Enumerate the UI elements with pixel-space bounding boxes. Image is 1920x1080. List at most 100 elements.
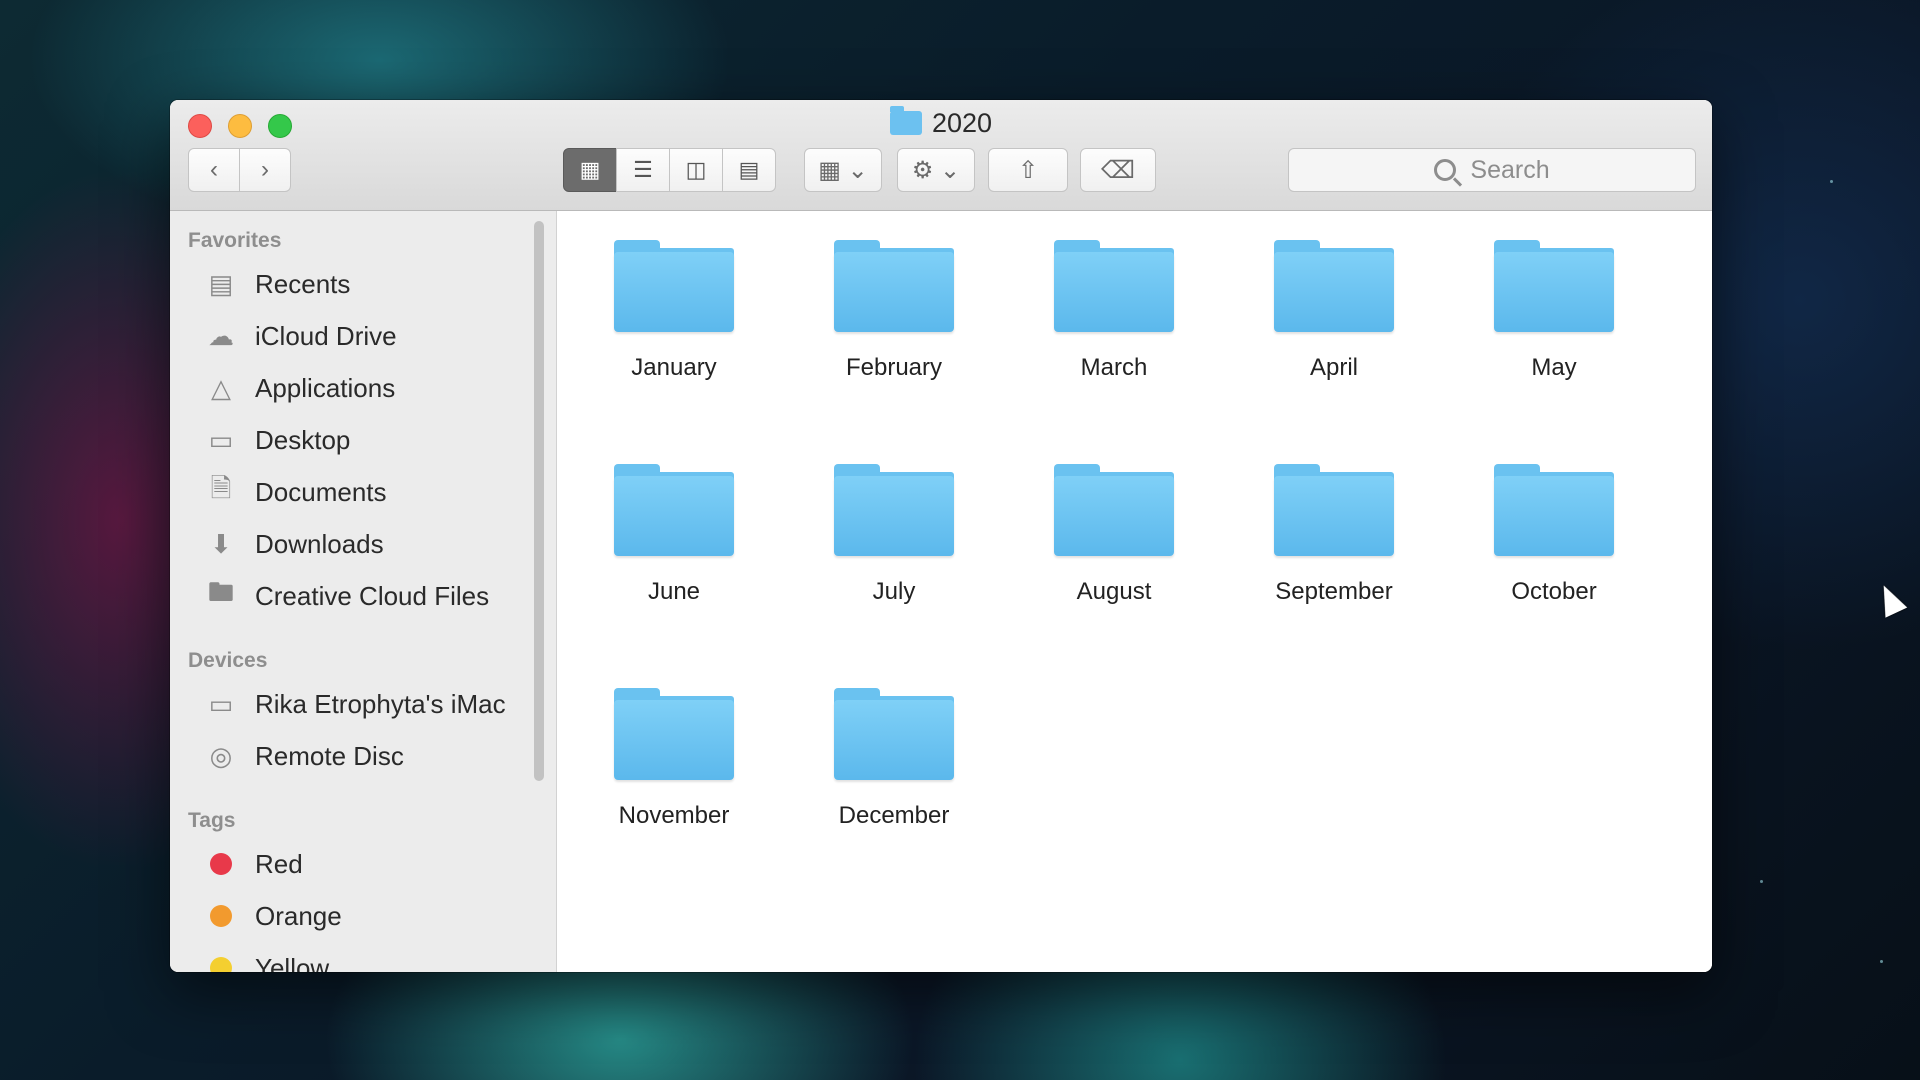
cloud-icon: ☁ <box>208 320 234 351</box>
sidebar-item-label: Orange <box>255 900 342 931</box>
back-button[interactable]: ‹ <box>188 148 240 192</box>
folder-label: December <box>838 802 950 829</box>
favorites-header: Favorites <box>188 229 282 252</box>
folder-item[interactable]: March <box>1034 230 1194 400</box>
forward-button[interactable]: › <box>239 148 291 192</box>
folder-item[interactable]: December <box>814 678 974 848</box>
grid-icon: ▦ <box>579 157 601 182</box>
folder-icon <box>889 106 922 135</box>
folder-item[interactable]: January <box>594 230 754 400</box>
sidebar-item-label: Yellow <box>255 952 330 973</box>
folder-label: June <box>647 578 701 605</box>
sidebar-item-label: Red <box>255 848 303 879</box>
gear-icon: ⚙ ⌄ <box>911 156 961 184</box>
sidebar-item-tag-yellow[interactable]: Yellow <box>205 948 329 972</box>
folder-label: February <box>845 354 943 381</box>
arrange-button[interactable]: ▦ ⌄ <box>804 148 882 192</box>
share-icon: ⇧ <box>1017 156 1039 184</box>
folder-item[interactable]: October <box>1474 454 1634 624</box>
mouse-cursor-icon <box>1872 580 1908 618</box>
folder-icon-body <box>614 476 734 556</box>
applications-icon: △ <box>211 372 231 403</box>
red-tag-icon <box>210 853 232 875</box>
folder-icon-body <box>614 252 734 332</box>
folder-label: May <box>1531 354 1577 381</box>
sidebar-item-imac[interactable]: ▭ Rika Etrophyta's iMac <box>205 684 506 724</box>
tag-icon: ⌫ <box>1101 156 1135 184</box>
edit-tags-button[interactable]: ⌫ <box>1080 148 1156 192</box>
folder-item[interactable]: February <box>814 230 974 400</box>
action-button[interactable]: ⚙ ⌄ <box>897 148 975 192</box>
search-icon <box>1434 159 1457 181</box>
search-field[interactable]: Search <box>1288 148 1696 192</box>
sidebar-item-creative-cloud-files[interactable]: 🖿 Creative Cloud Files <box>205 576 489 616</box>
tags-header: Tags <box>188 809 236 832</box>
columns-icon: ◫ <box>685 157 707 182</box>
gallery-icon: ▤ <box>738 157 760 182</box>
folder-icon-body <box>1494 476 1614 556</box>
sidebar-item-remote-disc[interactable]: ◎ Remote Disc <box>205 736 404 776</box>
folder-icon-body <box>1054 252 1174 332</box>
folder-label: October <box>1511 578 1597 605</box>
share-button[interactable]: ⇧ <box>988 148 1068 192</box>
folder-icon-body <box>834 700 954 780</box>
sidebar-item-label: Rika Etrophyta's iMac <box>255 688 506 719</box>
folder-item[interactable]: September <box>1254 454 1414 624</box>
sidebar-item-label: Applications <box>255 372 396 403</box>
folder-icon-body <box>1274 252 1394 332</box>
folder-label: March <box>1080 354 1148 381</box>
chevron-left-icon: ‹ <box>210 156 218 183</box>
sidebar-item-label: Desktop <box>255 424 351 455</box>
desktop-icon: ▭ <box>208 424 234 455</box>
folder-item[interactable]: July <box>814 454 974 624</box>
sidebar: Favorites ▤ Recents ☁ iCloud Drive △ Applic… <box>170 211 557 972</box>
documents-icon: 🗎 <box>210 473 232 503</box>
gallery-view-button[interactable]: ▤ <box>722 148 776 192</box>
folder-item[interactable]: June <box>594 454 754 624</box>
folder-label: September <box>1275 578 1393 605</box>
folder-icon-body <box>834 476 954 556</box>
search-placeholder: Search <box>1470 155 1550 184</box>
view-mode-selector: ▦ ☰ ◫ ▤ <box>563 148 776 192</box>
folder-item[interactable]: November <box>594 678 754 848</box>
recents-icon: ▤ <box>208 268 234 299</box>
icon-view-button[interactable]: ▦ <box>563 148 617 192</box>
folder-icon-body <box>834 252 954 332</box>
sidebar-item-downloads[interactable]: ⬇ Downloads <box>205 524 384 564</box>
finder-window: 2020 ‹ › ▦ ☰ ◫ ▤ ▦ ⌄ ⚙ ⌄ ⇧ ⌫ Search Favo… <box>170 100 1712 972</box>
sidebar-scrollbar[interactable] <box>534 221 544 781</box>
orange-tag-icon <box>210 905 232 927</box>
folder-label: April <box>1309 354 1358 381</box>
window-title-text: 2020 <box>931 108 993 138</box>
yellow-tag-icon <box>210 957 232 972</box>
folder-icon-body <box>1054 476 1174 556</box>
window-title: 2020 <box>170 106 1712 139</box>
list-icon: ☰ <box>633 157 653 182</box>
chevron-right-icon: › <box>261 156 269 183</box>
downloads-icon: ⬇ <box>210 528 232 559</box>
sidebar-item-label: Remote Disc <box>255 740 404 771</box>
folder-item[interactable]: August <box>1034 454 1194 624</box>
sidebar-item-icloud-drive[interactable]: ☁ iCloud Drive <box>205 316 397 356</box>
sidebar-item-recents[interactable]: ▤ Recents <box>205 264 351 304</box>
folder-label: January <box>631 354 717 381</box>
sidebar-item-tag-orange[interactable]: Orange <box>205 896 342 936</box>
sidebar-item-label: Creative Cloud Files <box>255 580 490 611</box>
folder-icon: 🖿 <box>207 577 234 607</box>
sidebar-item-desktop[interactable]: ▭ Desktop <box>205 420 351 460</box>
sidebar-item-label: iCloud Drive <box>255 320 397 351</box>
folder-item[interactable]: May <box>1474 230 1634 400</box>
sidebar-item-documents[interactable]: 🗎 Documents <box>205 472 387 512</box>
imac-icon: ▭ <box>208 688 234 719</box>
sidebar-item-label: Documents <box>255 476 387 507</box>
folder-label: August <box>1076 578 1152 605</box>
devices-header: Devices <box>188 649 268 672</box>
sidebar-item-applications[interactable]: △ Applications <box>205 368 395 408</box>
folder-icon-body <box>1274 476 1394 556</box>
sidebar-item-tag-red[interactable]: Red <box>205 844 303 884</box>
toolbar: 2020 ‹ › ▦ ☰ ◫ ▤ ▦ ⌄ ⚙ ⌄ ⇧ ⌫ Search <box>170 100 1712 211</box>
folder-item[interactable]: April <box>1254 230 1414 400</box>
list-view-button[interactable]: ☰ <box>616 148 670 192</box>
folder-icon-body <box>1494 252 1614 332</box>
column-view-button[interactable]: ◫ <box>669 148 723 192</box>
